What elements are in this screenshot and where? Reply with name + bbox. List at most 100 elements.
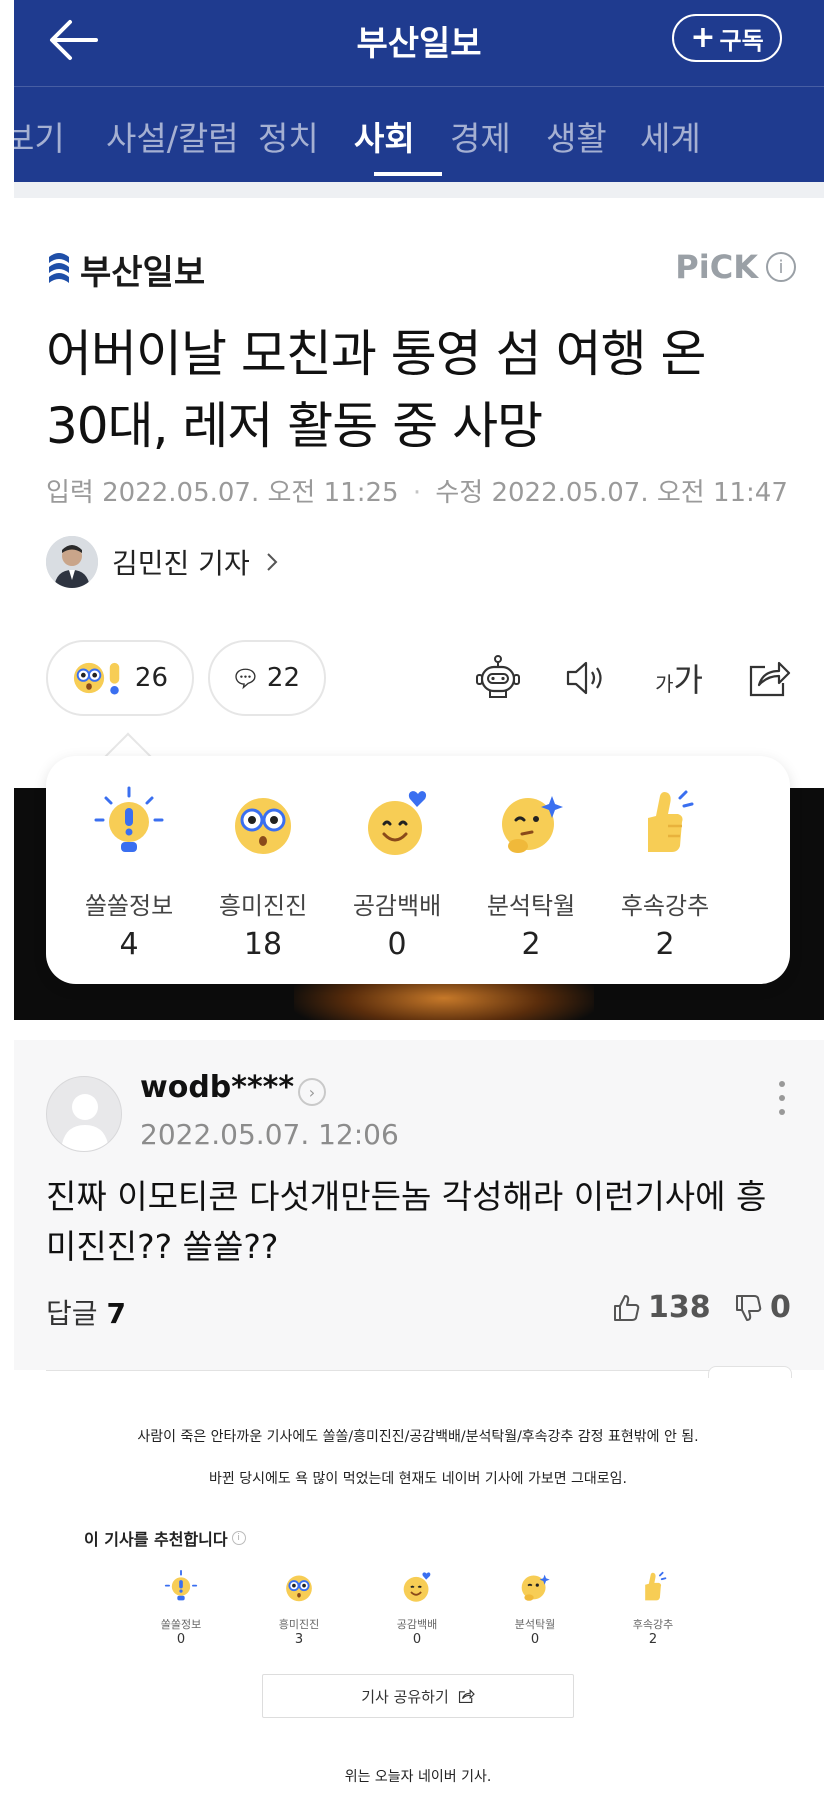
reporter-link[interactable]: 김민진 기자 bbox=[46, 536, 280, 588]
recommend-count: 3 bbox=[294, 1632, 304, 1647]
commenter-avatar[interactable] bbox=[46, 1076, 122, 1152]
glasses-face-icon bbox=[286, 1575, 312, 1602]
footer-caption: 위는 오늘자 네이버 기사. bbox=[344, 1769, 492, 1785]
reporter-avatar bbox=[46, 536, 98, 588]
reply-button[interactable]: 답글 7 bbox=[46, 1292, 126, 1332]
recommend-count: 2 bbox=[648, 1632, 658, 1647]
tab-editorial[interactable]: 사설/칼럼 bbox=[106, 112, 239, 160]
recommend-empathy[interactable]: 공감백배 0 bbox=[382, 1570, 452, 1647]
reply-label: 답글 bbox=[46, 1297, 98, 1330]
published-date: 2022.05.07. 오전 11:25 bbox=[102, 478, 399, 508]
reaction-exciting[interactable]: 흥미진진 18 bbox=[196, 786, 330, 962]
reaction-label: 공감백배 bbox=[352, 892, 442, 920]
headline-line-2: 30대, 레저 활동 중 사망 bbox=[46, 397, 543, 455]
comment-divider bbox=[46, 1370, 790, 1371]
like-count: 138 bbox=[648, 1290, 711, 1325]
recommend-analysis[interactable]: 분석탁월 0 bbox=[500, 1570, 570, 1647]
reaction-popup: 쏠쏠정보 4 흥미진진 18 공감백배 0 분석탁월 2 후속강추 2 bbox=[46, 756, 790, 984]
font-size-large-label: 가 bbox=[673, 661, 703, 699]
thumbs-down-outline-icon bbox=[736, 1294, 762, 1321]
thumbs-up-icon bbox=[645, 1571, 667, 1601]
lightbulb-exclaim-icon bbox=[94, 786, 164, 852]
robot-icon bbox=[476, 655, 520, 698]
font-size-small-label: 가 bbox=[655, 671, 674, 696]
published-label: 입력 bbox=[46, 478, 94, 508]
subscribe-button[interactable]: + 구독 bbox=[672, 14, 782, 62]
smile-heart-icon bbox=[368, 791, 427, 855]
speaker-icon bbox=[566, 661, 602, 695]
tab-economy[interactable]: 경제 bbox=[450, 112, 511, 160]
dislike-count: 0 bbox=[770, 1290, 791, 1325]
recommend-label: 분석탁월 bbox=[514, 1618, 556, 1631]
more-options-icon[interactable] bbox=[774, 1078, 790, 1118]
comment-tab-edge bbox=[708, 1366, 792, 1378]
reaction-count: 4 bbox=[119, 927, 139, 962]
reaction-count: 2 bbox=[521, 927, 541, 962]
reaction-analysis[interactable]: 분석탁월 2 bbox=[464, 786, 598, 962]
comment-date: 2022.05.07. 12:06 bbox=[140, 1118, 399, 1151]
press-logo[interactable]: 부산일보 bbox=[46, 245, 205, 294]
reaction-label: 후속강추 bbox=[620, 892, 710, 920]
recommend-useful-info[interactable]: 쏠쏠정보 0 bbox=[146, 1570, 216, 1647]
recommend-exciting[interactable]: 흥미진진 3 bbox=[264, 1570, 334, 1647]
reaction-label: 흥미진진 bbox=[218, 892, 308, 920]
modified-label: 수정 bbox=[435, 478, 484, 508]
tab-society[interactable]: 사회 bbox=[354, 112, 415, 160]
tab-view[interactable]: 보기 bbox=[4, 112, 65, 160]
recommend-label: 흥미진진 bbox=[278, 1618, 320, 1631]
reaction-label: 쏠쏠정보 bbox=[84, 892, 174, 920]
page: 부산일보 + 구독 보기 사설/칼럼 정치 사회 경제 생활 세계 부산일보 P… bbox=[0, 0, 836, 1812]
recommend-follow-up[interactable]: 후속강추 2 bbox=[618, 1570, 688, 1647]
info-icon[interactable]: i bbox=[231, 1531, 246, 1545]
font-size-button[interactable]: 가 가 bbox=[646, 652, 712, 704]
caption-line-2: 바뀐 당시에도 욕 많이 먹었는데 현재도 네이버 기사에 가보면 그대로임. bbox=[208, 1471, 628, 1487]
dislike-button[interactable]: 0 bbox=[734, 1290, 791, 1325]
recommend-count: 0 bbox=[412, 1632, 422, 1647]
default-user-icon bbox=[61, 1094, 109, 1151]
recommend-label: 공감백배 bbox=[396, 1618, 438, 1631]
thumbs-up-icon bbox=[648, 790, 694, 852]
section-separator bbox=[14, 182, 824, 198]
reporter-photo-icon bbox=[46, 536, 98, 588]
share-article-label: 기사 공유하기 bbox=[361, 1687, 449, 1706]
lightbulb-exclaim-icon bbox=[164, 1570, 198, 1601]
like-button[interactable]: 138 bbox=[612, 1290, 711, 1325]
reaction-faces-icon bbox=[73, 662, 120, 695]
active-tab-indicator bbox=[374, 172, 442, 176]
press-name: 부산일보 bbox=[80, 253, 206, 293]
tab-world[interactable]: 세계 bbox=[640, 112, 701, 160]
reaction-follow-up[interactable]: 후속강추 2 bbox=[598, 786, 732, 962]
reaction-count: 2 bbox=[655, 927, 675, 962]
dateline-separator: · bbox=[412, 478, 422, 508]
comment-bubble-icon bbox=[235, 668, 256, 690]
plus-icon: + bbox=[690, 20, 716, 55]
thinking-sparkle-icon bbox=[521, 1574, 550, 1601]
reaction-empathy[interactable]: 공감백배 0 bbox=[330, 786, 464, 962]
text-to-speech-icon[interactable] bbox=[560, 652, 612, 704]
busan-ilbo-logo-icon bbox=[49, 252, 69, 283]
ai-summary-robot-icon[interactable] bbox=[472, 652, 524, 704]
reaction-useful-info[interactable]: 쏠쏠정보 4 bbox=[62, 786, 196, 962]
share-article-button[interactable]: 기사 공유하기 bbox=[262, 1674, 574, 1718]
subscribe-label: 구독 bbox=[719, 26, 764, 55]
section-tabs: 보기 사설/칼럼 정치 사회 경제 생활 세계 bbox=[4, 100, 824, 182]
reporter-name: 김민진 기자 bbox=[112, 547, 250, 580]
smile-heart-icon bbox=[403, 1572, 431, 1602]
tab-life[interactable]: 생활 bbox=[546, 112, 607, 160]
thinking-sparkle-icon bbox=[502, 796, 563, 853]
info-icon[interactable]: i bbox=[766, 252, 796, 282]
tab-politics[interactable]: 정치 bbox=[258, 112, 319, 160]
commenter-username[interactable]: wodb**** bbox=[140, 1070, 294, 1105]
chevron-right-icon[interactable]: › bbox=[298, 1078, 326, 1106]
share-arrow-icon bbox=[458, 1688, 475, 1704]
modified-date: 2022.05.07. 오전 11:47 bbox=[491, 478, 788, 508]
pick-badge[interactable]: PiCK i bbox=[675, 248, 796, 286]
share-icon[interactable] bbox=[742, 652, 794, 704]
comment-text-line-1: 진짜 이모티콘 다섯개만든놈 각성해라 이런기사에 흥 bbox=[46, 1177, 767, 1216]
chevron-right-icon bbox=[266, 553, 278, 571]
header-divider bbox=[14, 86, 824, 87]
comment-button[interactable]: 22 bbox=[208, 640, 326, 716]
reaction-button[interactable]: 26 bbox=[46, 640, 194, 716]
glasses-face-icon bbox=[235, 798, 291, 854]
recommend-title: 이 기사를 추천합니다 i bbox=[84, 1526, 246, 1550]
